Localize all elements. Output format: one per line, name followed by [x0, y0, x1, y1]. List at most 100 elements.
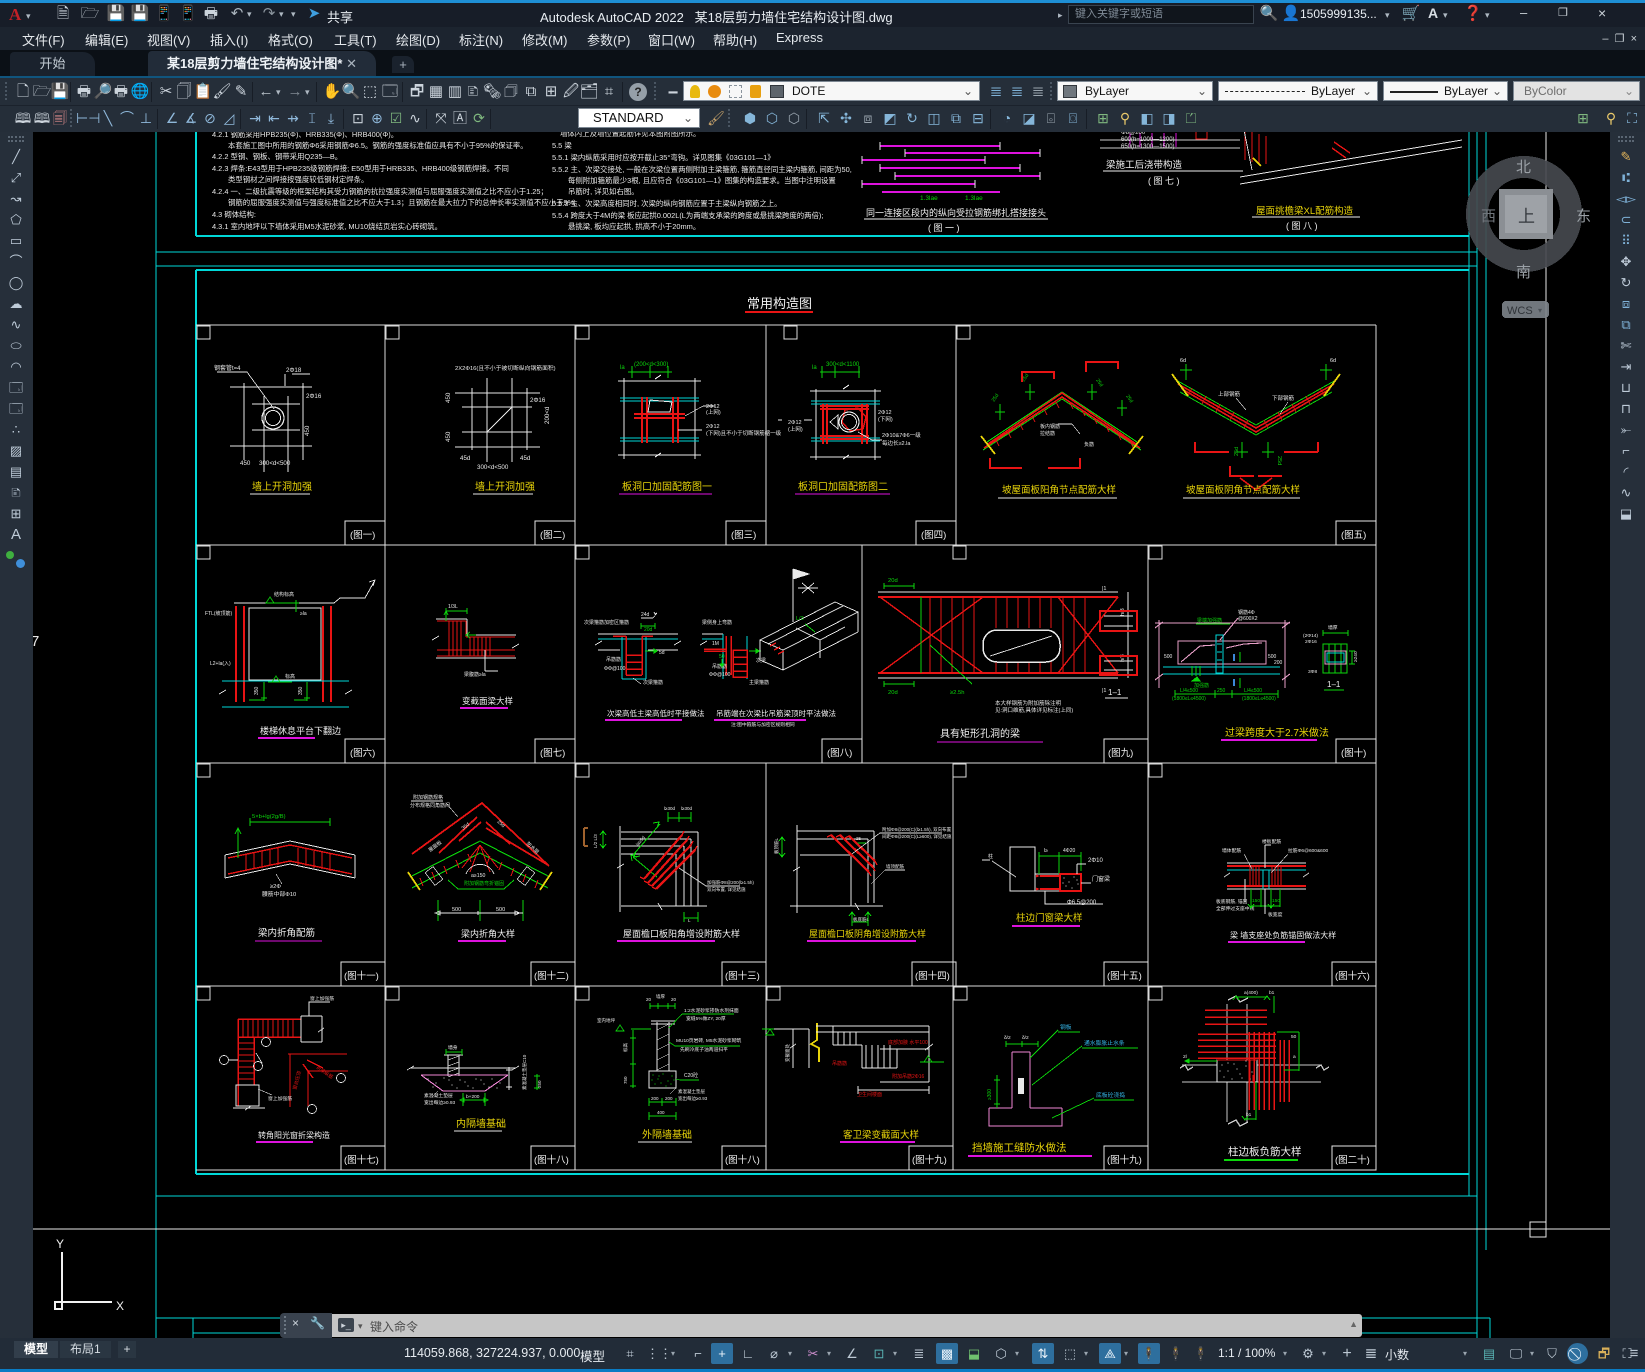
- svg-text:≥la: ≥la: [300, 611, 307, 617]
- svg-text:L/4≤500: L/4≤500: [1244, 688, 1262, 694]
- svg-text:≥300: ≥300: [987, 1089, 993, 1100]
- svg-text:先刷冷底子油两道扫平: 先刷冷底子油两道扫平: [680, 1046, 728, 1053]
- svg-text:素混凝土垫层C10: 素混凝土垫层C10: [521, 1054, 528, 1090]
- svg-text:附加Φ8@200(C)(l≥1.5h), 双向布置: 附加Φ8@200(C)(l≥1.5h), 双向布置: [882, 826, 952, 833]
- svg-text:通水膨胀止水条: 通水膨胀止水条: [1084, 1039, 1125, 1047]
- svg-text:吊筋筋: 吊筋筋: [606, 656, 621, 663]
- svg-text:加强筋: 加强筋: [1194, 682, 1209, 689]
- svg-text:折梁纵筋: 折梁纵筋: [315, 1064, 335, 1081]
- svg-text:L: L: [688, 918, 691, 923]
- svg-text:(图八): (图八): [827, 748, 852, 759]
- svg-text:每边长≥2.la: 每边长≥2.la: [882, 439, 911, 447]
- svg-text:(图十四): (图十四): [915, 970, 950, 982]
- svg-text:(图十五): (图十五): [1107, 970, 1142, 982]
- svg-text:墙体内上及墙位置起筋详见本图附图所示。: 墙体内上及墙位置起筋详见本图附图所示。: [560, 132, 700, 138]
- svg-text:吊筋端在次梁比吊筋梁顶时平法做法: 吊筋端在次梁比吊筋梁顶时平法做法: [716, 708, 836, 718]
- svg-text:250: 250: [1217, 688, 1226, 694]
- svg-text:(图十二): (图十二): [534, 970, 569, 982]
- svg-text:( 图 八 ): ( 图 八 ): [1286, 221, 1318, 231]
- svg-text:25d: 25d: [1124, 394, 1134, 404]
- svg-text:300<d<1100: 300<d<1100: [826, 362, 860, 368]
- svg-text:≥2Φ: ≥2Φ: [270, 884, 281, 890]
- svg-text:5.5 梁: 5.5 梁: [552, 141, 572, 150]
- svg-text:上: 上: [1518, 207, 1535, 226]
- svg-text:2Φ16: 2Φ16: [306, 393, 322, 400]
- svg-text:C20砼: C20砼: [684, 1072, 698, 1079]
- svg-text:(图一): (图一): [350, 530, 375, 541]
- svg-text:la: la: [620, 365, 625, 371]
- svg-text:4.3.1 室内地坪以下墙体采用M5水泥砂浆, MU10烧结: 4.3.1 室内地坪以下墙体采用M5水泥砂浆, MU10烧结页岩实心砖砌筑。: [212, 222, 442, 231]
- svg-text:350: 350: [298, 686, 304, 695]
- svg-text:(图十三): (图十三): [725, 970, 760, 982]
- svg-text:750: 750: [623, 1076, 628, 1084]
- svg-text:具有矩形孔洞的梁: 具有矩形孔洞的梁: [940, 727, 1020, 740]
- svg-text:(图十六): (图十六): [1335, 970, 1370, 982]
- svg-text:la: la: [812, 365, 817, 371]
- svg-text:24d: 24d: [641, 612, 650, 618]
- svg-text:b1: b1: [1269, 990, 1275, 996]
- svg-text:板内钢筋: 板内钢筋: [1040, 423, 1060, 430]
- svg-text:la≥5d: la≥5d: [635, 835, 646, 847]
- svg-text:450: 450: [304, 425, 311, 436]
- svg-text:2l: 2l: [1183, 1054, 1187, 1060]
- svg-text:梁腹筋≥la: 梁腹筋≥la: [464, 671, 486, 678]
- svg-text:(图九): (图九): [1108, 747, 1133, 759]
- svg-text:挡墙施工缝防水做法: 挡墙施工缝防水做法: [972, 1141, 1067, 1154]
- svg-text:7: 7: [33, 633, 39, 650]
- svg-text:吊筋筋: 吊筋筋: [832, 1060, 847, 1067]
- svg-text:2Φ12: 2Φ12: [878, 410, 892, 416]
- svg-text:拉筋Φ6@600&600: 拉筋Φ6@600&600: [1288, 847, 1328, 854]
- svg-text:≥2.5h: ≥2.5h: [950, 690, 964, 696]
- svg-text:1.3lae: 1.3lae: [965, 195, 983, 202]
- svg-text:4Φ20: 4Φ20: [1063, 848, 1076, 854]
- svg-text:650(h=1300—1500): 650(h=1300—1500): [1121, 144, 1175, 150]
- svg-text:每侧附加箍筋最少3根, 且应符合《03G101—1》图集的构: 每侧附加箍筋最少3根, 且应符合《03G101—1》图集的构造要求。当图中注明设…: [568, 176, 836, 185]
- svg-text:板顶筋L: 板顶筋L: [773, 838, 780, 854]
- svg-text:上部钢筋: 上部钢筋: [1218, 390, 1241, 398]
- svg-text:吊筋时, 详见如右图。: 吊筋时, 详见如右图。: [568, 187, 639, 196]
- svg-text:(2Φ14): (2Φ14): [1303, 633, 1318, 639]
- svg-text:主梁箍筋: 主梁箍筋: [749, 679, 769, 686]
- svg-text:L2+la(入): L2+la(入): [210, 661, 231, 667]
- svg-text:(图十): (图十): [1341, 747, 1366, 759]
- svg-text:宽出每边≥0.93: 宽出每边≥0.93: [678, 1095, 708, 1102]
- svg-text:2Φ12: 2Φ12: [788, 420, 802, 426]
- svg-text:|1: |1: [1102, 586, 1107, 592]
- svg-text:500: 500: [1164, 654, 1173, 660]
- svg-text:2X2Φ16(且不小于被切断纵向钢筋面积): 2X2Φ16(且不小于被切断纵向钢筋面积): [455, 364, 556, 372]
- svg-text:间距Φ8@200(C)(L≥600), 详见结施: 间距Φ8@200(C)(L≥600), 详见结施: [882, 833, 952, 840]
- svg-text:@600X2: @600X2: [1238, 616, 1258, 622]
- svg-text:过梁跨度大于2.7米做法: 过梁跨度大于2.7米做法: [1225, 726, 1329, 739]
- svg-text:450: 450: [445, 392, 452, 403]
- svg-text:4.2.4 一、二级抗震等级的框架结构其受力钢筋的抗拉强度实: 4.2.4 一、二级抗震等级的框架结构其受力钢筋的抗拉强度实测值与屈服强度实测值…: [212, 187, 548, 196]
- svg-text:墙厚: 墙厚: [1328, 624, 1338, 631]
- svg-text:窗上加强筋: 窗上加强筋: [268, 1095, 292, 1102]
- svg-text:屋面挑檐梁XL配筋构造: 屋面挑檐梁XL配筋构造: [1256, 205, 1354, 217]
- svg-text:底部加腋 水平100: 底部加腋 水平100: [888, 1039, 928, 1046]
- svg-text:2Φ10: 2Φ10: [1088, 858, 1103, 864]
- svg-text:300<d<500: 300<d<500: [259, 460, 291, 467]
- svg-text:本大样钢筋为附加筋除注明: 本大样钢筋为附加筋除注明: [995, 699, 1062, 707]
- svg-text:屋面檐口板阳角增设附筋大样: 屋面檐口板阳角增设附筋大样: [623, 928, 740, 939]
- svg-text:墙上开洞加强: 墙上开洞加强: [475, 480, 535, 493]
- svg-text:200: 200: [651, 1096, 659, 1101]
- svg-text:20: 20: [646, 997, 652, 1002]
- svg-text:腰筋中部Φ10: 腰筋中部Φ10: [262, 890, 296, 898]
- svg-text:5.5.1 梁内纵筋采用时应按开截止35°弯钩。详见图集《0: 5.5.1 梁内纵筋采用时应按开截止35°弯钩。详见图集《03G101—1》: [552, 153, 775, 162]
- svg-text:(图十七): (图十七): [344, 1154, 379, 1166]
- svg-text:h/3: h/3: [1120, 608, 1126, 616]
- svg-text:卫生间楼面: 卫生间楼面: [857, 1091, 882, 1098]
- svg-text:20: 20: [671, 997, 677, 1002]
- svg-text:300<d<500: 300<d<500: [477, 464, 509, 471]
- svg-text:ΦΦ@100: ΦΦ@100: [709, 672, 731, 678]
- svg-text:梁侧身上弯筋: 梁侧身上弯筋: [702, 619, 732, 626]
- svg-text:4.2.1 钢筋采用HPB235(Φ)、HRB335(Φ)、: 4.2.1 钢筋采用HPB235(Φ)、HRB335(Φ)、HRB400(Φ)。: [212, 132, 398, 139]
- svg-text:25d: 25d: [991, 393, 1001, 403]
- svg-text:宽缝5%做ZY, 20厚: 宽缝5%做ZY, 20厚: [686, 1015, 726, 1022]
- svg-text:双向布置, 详见结施: 双向布置, 详见结施: [707, 886, 746, 893]
- svg-text:(图二): (图二): [540, 530, 565, 541]
- svg-text:窗上加强筋: 窗上加强筋: [310, 995, 334, 1002]
- svg-text:素混凝土垫层: 素混凝土垫层: [678, 1088, 705, 1095]
- svg-text:25: 25: [856, 836, 862, 841]
- svg-text:200: 200: [665, 1096, 673, 1101]
